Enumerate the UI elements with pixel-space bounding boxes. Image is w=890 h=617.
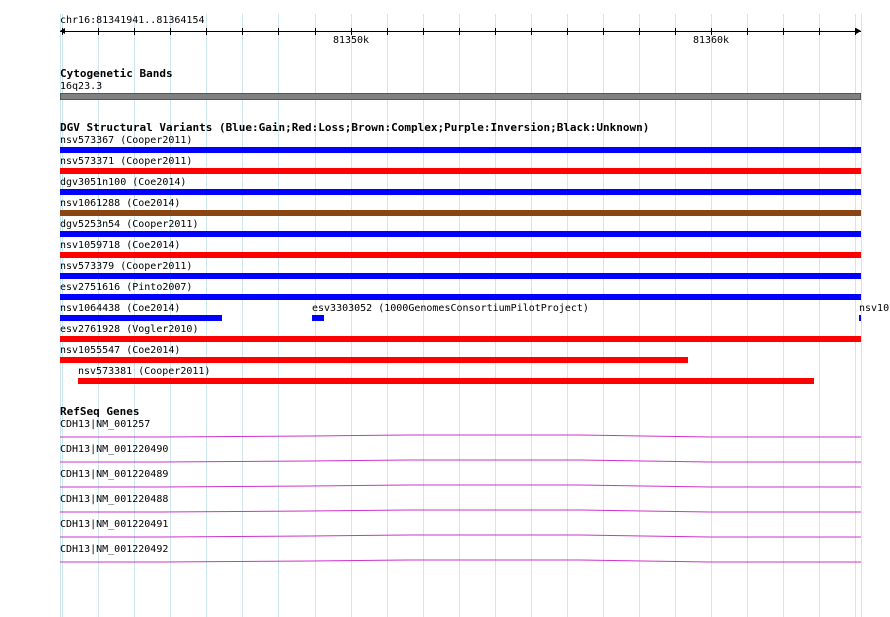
- intron-line: [60, 434, 861, 438]
- ruler-minor-tick: [747, 28, 748, 35]
- ruler-minor-tick: [423, 28, 424, 35]
- ruler-minor-tick: [459, 28, 460, 35]
- cytoband-label[interactable]: 16q23.3: [60, 81, 102, 92]
- ruler-minor-tick: [603, 28, 604, 35]
- variant-bar[interactable]: [60, 294, 861, 300]
- variant-label[interactable]: nsv1055547 (Coe2014): [60, 345, 180, 356]
- variant-label[interactable]: nsv1061288 (Coe2014): [60, 198, 180, 209]
- ruler-minor-tick: [351, 28, 352, 35]
- variant-bar[interactable]: [60, 315, 222, 321]
- track-title-dgv: DGV Structural Variants (Blue:Gain;Red:L…: [60, 121, 650, 134]
- variant-label[interactable]: nsv573371 (Cooper2011): [60, 156, 192, 167]
- ruler-minor-tick: [675, 28, 676, 35]
- gene-model[interactable]: [60, 452, 863, 464]
- left-arrow-icon: [60, 28, 65, 34]
- variant-label[interactable]: nsv573379 (Cooper2011): [60, 261, 192, 272]
- variant-bar[interactable]: [78, 378, 814, 384]
- variant-label[interactable]: esv2751616 (Pinto2007): [60, 282, 192, 293]
- gene-model[interactable]: [60, 527, 863, 539]
- ruler-minor-tick: [206, 28, 207, 35]
- gene-model[interactable]: [60, 502, 863, 514]
- ruler-minor-tick: [495, 28, 496, 35]
- ruler-minor-tick: [639, 28, 640, 35]
- variant-bar[interactable]: [312, 315, 324, 321]
- variant-label[interactable]: nsv573367 (Cooper2011): [60, 135, 192, 146]
- gene-model[interactable]: [60, 552, 863, 564]
- variant-bar[interactable]: [60, 273, 861, 279]
- variant-label[interactable]: nsv573381 (Cooper2011): [78, 366, 210, 377]
- variant-label[interactable]: esv3303052 (1000GenomesConsortiumPilotPr…: [312, 303, 589, 314]
- ruler-minor-tick: [711, 28, 712, 35]
- gene-model[interactable]: [60, 477, 863, 489]
- intron-line: [60, 484, 861, 488]
- variant-label[interactable]: dgv3051n100 (Coe2014): [60, 177, 186, 188]
- ruler-minor-tick: [170, 28, 171, 35]
- ruler-minor-tick: [531, 28, 532, 35]
- ruler-minor-tick: [567, 28, 568, 35]
- ruler-major-label: 81350k: [332, 35, 370, 46]
- cytoband-bar[interactable]: [60, 93, 861, 100]
- ruler-minor-tick: [819, 28, 820, 35]
- ruler-minor-tick: [315, 28, 316, 35]
- ruler-minor-tick: [783, 28, 784, 35]
- variant-bar[interactable]: [60, 168, 861, 174]
- genome-browser-panel: chr16:81341941..81364154 81350k 81360k Cy…: [0, 0, 890, 617]
- variant-bar[interactable]: [60, 231, 861, 237]
- right-arrow-icon: [856, 28, 861, 34]
- variant-label[interactable]: nsv10: [859, 303, 889, 314]
- variant-bar[interactable]: [60, 189, 861, 195]
- variant-label[interactable]: nsv1064438 (Coe2014): [60, 303, 180, 314]
- intron-line: [60, 459, 861, 463]
- variant-label[interactable]: nsv1059718 (Coe2014): [60, 240, 180, 251]
- intron-line: [60, 534, 861, 538]
- ruler-minor-tick: [278, 28, 279, 35]
- variant-label[interactable]: dgv5253n54 (Cooper2011): [60, 219, 198, 230]
- ruler-axis: [60, 31, 861, 32]
- variant-bar[interactable]: [60, 210, 861, 216]
- intron-line: [60, 509, 861, 513]
- track-title-cytoband: Cytogenetic Bands: [60, 67, 173, 80]
- variant-bar[interactable]: [60, 336, 861, 342]
- variant-bar[interactable]: [859, 315, 861, 321]
- ruler-location-label: chr16:81341941..81364154: [60, 15, 205, 26]
- intron-line: [60, 559, 861, 563]
- track-title-refseq: RefSeq Genes: [60, 405, 140, 418]
- ruler-minor-tick: [134, 28, 135, 35]
- variant-bar[interactable]: [60, 357, 688, 363]
- gene-model[interactable]: [60, 427, 863, 439]
- variant-label[interactable]: esv2761928 (Vogler2010): [60, 324, 198, 335]
- ruler-minor-tick: [98, 28, 99, 35]
- variant-bar[interactable]: [60, 147, 861, 153]
- ruler-minor-tick: [387, 28, 388, 35]
- ruler-major-label: 81360k: [692, 35, 730, 46]
- ruler-minor-tick: [242, 28, 243, 35]
- variant-bar[interactable]: [60, 252, 861, 258]
